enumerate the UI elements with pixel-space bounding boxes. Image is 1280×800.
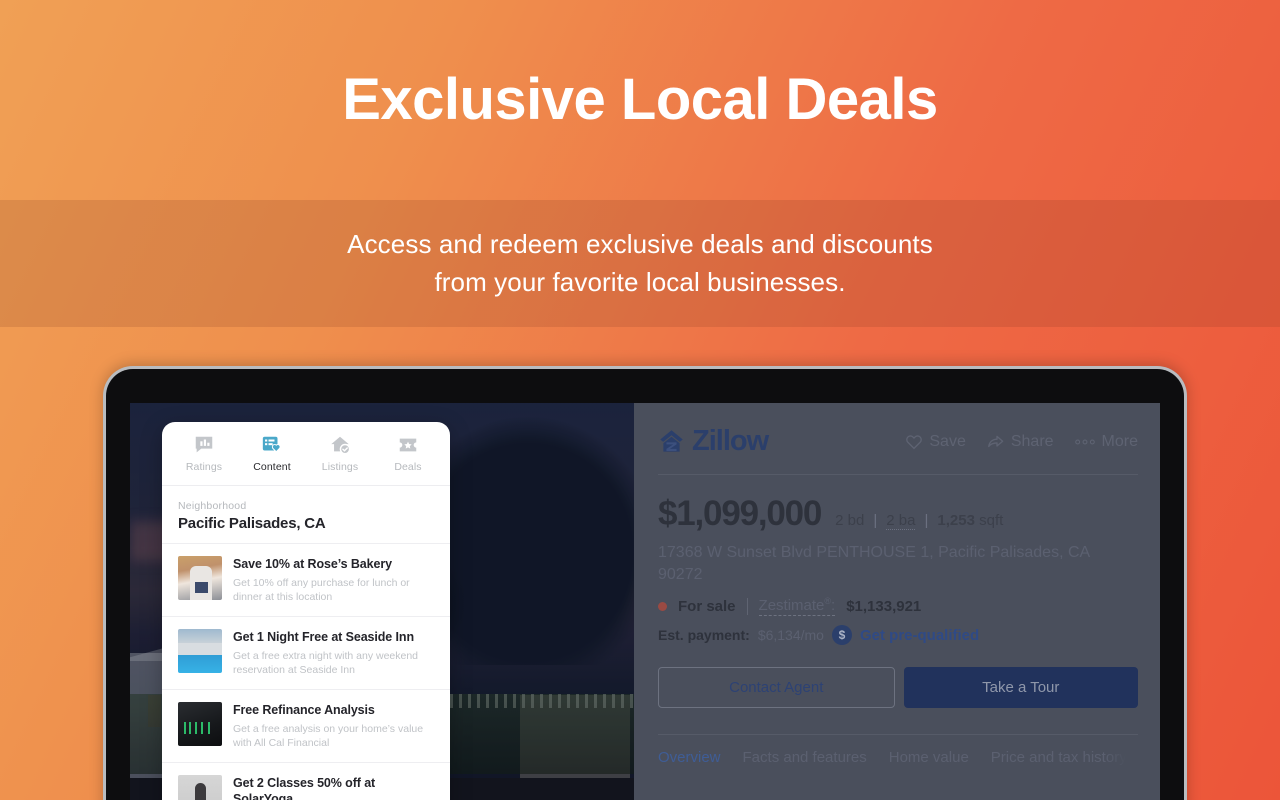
sqft-value: 1,253 — [937, 512, 975, 529]
finance-chart-thumb — [178, 701, 222, 746]
fact-separator: | — [924, 512, 929, 529]
contact-agent-button[interactable]: Contact Agent — [658, 667, 895, 709]
tab-content-label: Content — [253, 461, 291, 473]
hero-subtitle-line2: from your favorite local businesses. — [434, 266, 846, 297]
header-divider — [658, 474, 1138, 475]
deal-text: Get 2 Classes 50% off at SolarYoga Get 2… — [233, 775, 434, 800]
zillow-panel: Zillow Save Share More $1,099,000 2 bd |… — [634, 403, 1160, 800]
list-item[interactable]: Free Refinance Analysis Get a free analy… — [162, 688, 450, 762]
list-item[interactable]: Get 2 Classes 50% off at SolarYoga Get 2… — [162, 761, 450, 800]
save-button[interactable]: Save — [905, 432, 966, 451]
share-button[interactable]: Share — [986, 433, 1054, 451]
neighborhood-kicker: Neighborhood — [178, 500, 247, 512]
hero-subtitle-band: Access and redeem exclusive deals and di… — [0, 200, 1280, 327]
tab-facts-and-features[interactable]: Facts and features — [743, 749, 867, 766]
deal-description: Get a free extra night with any weekend … — [233, 649, 419, 676]
more-label: More — [1101, 432, 1138, 450]
beds-value: 2 bd — [835, 512, 865, 529]
listing-nav-tabs: Overview Facts and features Home value P… — [658, 735, 1138, 767]
baths-value[interactable]: 2 ba — [886, 512, 916, 530]
deal-title: Save 10% at Rose’s Bakery — [233, 557, 392, 571]
price-row: $1,099,000 2 bd | 2 ba | 1,253 sqft — [658, 494, 1138, 534]
dollar-coin-icon: $ — [831, 625, 852, 646]
tab-deals-label: Deals — [394, 461, 422, 473]
fact-separator: | — [873, 512, 878, 529]
neighborhood-block: Neighborhood Pacific Palisades, CA — [162, 486, 450, 543]
hero-subtitle-line1: Access and redeem exclusive deals and di… — [347, 228, 933, 259]
inn-pool-thumb — [178, 628, 222, 673]
bakery-thumb — [178, 556, 222, 600]
take-a-tour-button[interactable]: Take a Tour — [903, 667, 1138, 709]
tab-ratings-label: Ratings — [185, 461, 223, 473]
zillow-actions: Save Share More — [905, 433, 1138, 451]
zestimate-label[interactable]: Zestimate®: — [758, 596, 836, 617]
deal-title: Get 2 Classes 50% off at SolarYoga — [233, 775, 376, 800]
deal-description: Get a free analysis on your home’s value… — [233, 722, 424, 749]
tab-home-value[interactable]: Home value — [889, 749, 969, 766]
deals-tab-bar: Ratings Content Listings Deals — [162, 422, 450, 481]
tab-content[interactable]: Content — [238, 434, 306, 473]
listing-address: 17368 W Sunset Blvd PENTHOUSE 1, Pacific… — [658, 544, 1090, 583]
listing-price: $1,099,000 — [658, 494, 822, 533]
ticket-star-icon — [399, 438, 417, 452]
zestimate-word: Zestimate — [758, 597, 825, 615]
list-item[interactable]: Save 10% at Rose’s Bakery Get 10% off an… — [162, 543, 450, 616]
cta-buttons: Contact Agent Take a Tour — [658, 667, 1138, 709]
sqft-fact: 1,253 sqft — [937, 512, 1003, 529]
deal-title: Free Refinance Analysis — [233, 702, 375, 717]
tab-overview[interactable]: Overview — [658, 749, 721, 766]
deals-card: Ratings Content Listings Deals Neighborh… — [162, 422, 450, 800]
tab-price-and-tax-history[interactable]: Price and tax history — [991, 749, 1127, 766]
tab-deals[interactable]: Deals — [374, 434, 442, 473]
tab-listings[interactable]: Listings — [306, 434, 374, 473]
tablet-screen: Ratings Content Listings Deals Neighborh… — [130, 403, 1160, 800]
zestimate-colon: : — [831, 597, 836, 615]
share-label: Share — [1010, 432, 1054, 450]
tab-ratings[interactable]: Ratings — [170, 434, 238, 473]
est-payment-label: Est. payment: — [658, 627, 750, 644]
status-dot-icon — [658, 601, 667, 611]
status-row: For sale Zestimate®: $1,133,921 — [658, 596, 1138, 617]
zillow-wordmark: Zillow — [692, 425, 769, 457]
deal-text: Get 1 Night Free at Seaside Inn Get a fr… — [233, 629, 434, 677]
zillow-house-icon — [660, 430, 683, 452]
save-label: Save — [929, 432, 966, 450]
property-facts: 2 bd | 2 ba | 1,253 sqft — [835, 512, 1003, 530]
sqft-unit: sqft — [979, 512, 1004, 529]
home-check-icon — [331, 436, 351, 455]
left-pane: Ratings Content Listings Deals Neighborh… — [130, 403, 640, 800]
ratings-chart-icon — [195, 436, 213, 453]
page-title: Exclusive Local Deals — [342, 67, 938, 132]
tablet-device-frame: Ratings Content Listings Deals Neighborh… — [103, 366, 1187, 800]
yoga-thumb — [178, 774, 222, 800]
heart-icon — [906, 434, 923, 449]
deal-title: Get 1 Night Free at Seaside Inn — [233, 629, 414, 644]
status-separator — [746, 597, 748, 615]
deal-description: Get 10% off any purchase for lunch or di… — [233, 576, 410, 603]
share-arrow-icon — [987, 435, 1004, 447]
tab-listings-label: Listings — [321, 461, 359, 473]
status-badge: For sale — [678, 597, 736, 615]
hero-subtitle: Access and redeem exclusive deals and di… — [347, 226, 933, 301]
neighborhood-name: Pacific Palisades, CA — [178, 515, 326, 532]
payment-row: Est. payment: $6,134/mo $ Get pre-qualif… — [658, 625, 1138, 646]
deal-text: Save 10% at Rose’s Bakery Get 10% off an… — [233, 556, 434, 604]
get-prequalified-link[interactable]: Get pre-qualified — [860, 627, 979, 644]
zillow-logo[interactable]: Zillow — [658, 425, 769, 458]
more-button[interactable]: More — [1074, 433, 1138, 451]
zillow-header: Zillow Save Share More — [658, 425, 1138, 458]
est-payment-value: $6,134/mo — [757, 627, 824, 644]
more-dots-icon — [1074, 439, 1095, 444]
deal-text: Free Refinance Analysis Get a free analy… — [233, 702, 434, 750]
zestimate-value: $1,133,921 — [846, 597, 922, 615]
hero-section: Exclusive Local Deals — [0, 0, 1280, 200]
content-heart-icon — [262, 436, 281, 453]
list-item[interactable]: Get 1 Night Free at Seaside Inn Get a fr… — [162, 615, 450, 689]
